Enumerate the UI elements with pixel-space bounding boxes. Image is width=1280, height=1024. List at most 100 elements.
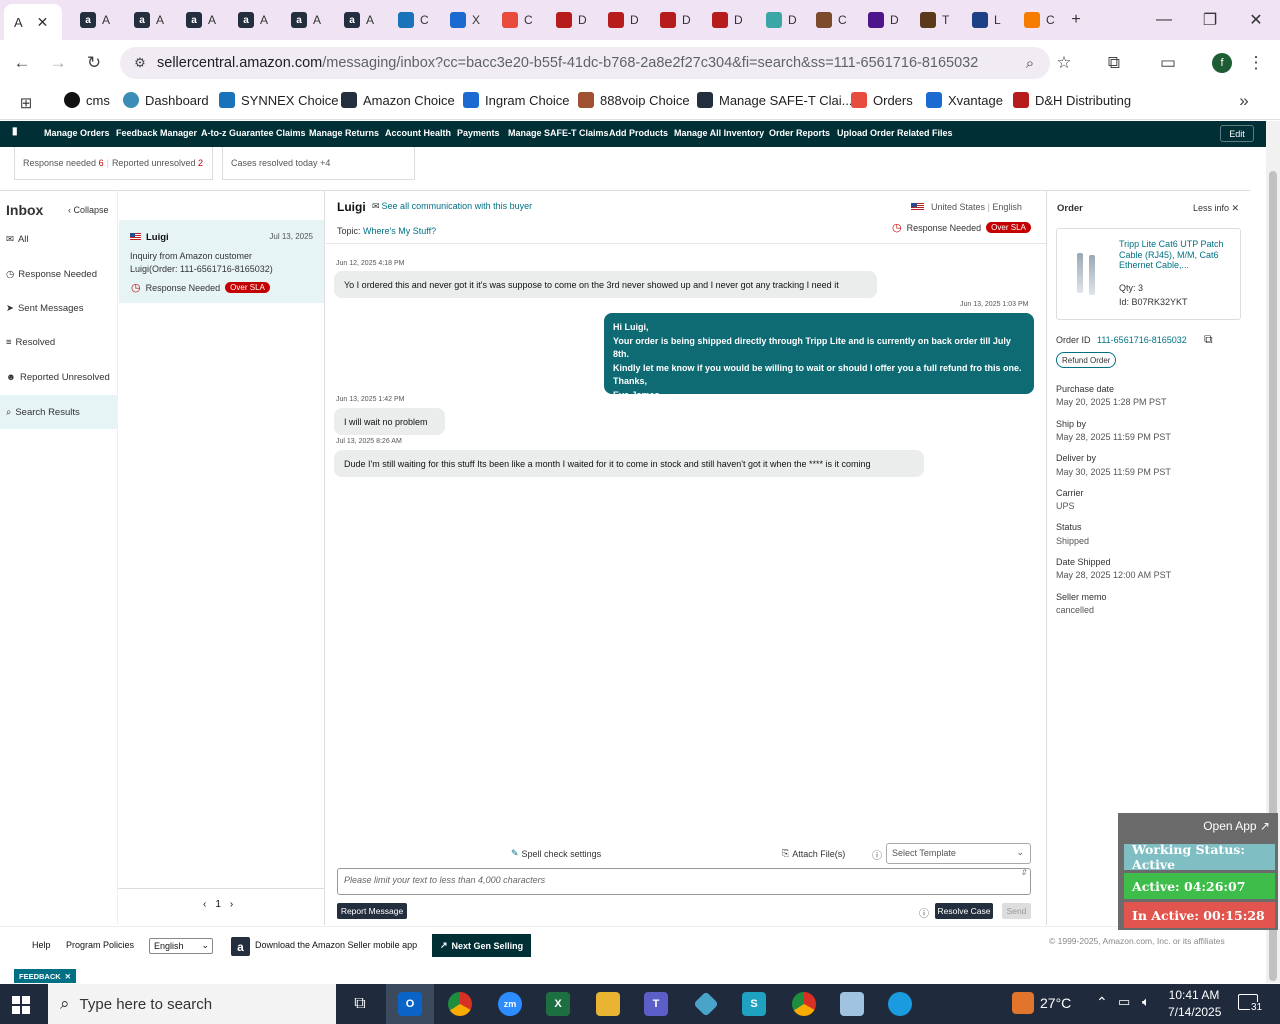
- collapse-button[interactable]: ‹ Collapse: [68, 205, 109, 215]
- notepad-icon[interactable]: [828, 984, 876, 1024]
- windows-start-icon[interactable]: [12, 996, 30, 1014]
- browser-tab[interactable]: X: [440, 7, 480, 33]
- next-page-icon[interactable]: ›: [230, 899, 233, 910]
- seller-nav-item[interactable]: Manage Returns: [309, 128, 379, 138]
- info-icon[interactable]: ⓘ: [872, 847, 882, 862]
- task-view-icon[interactable]: ⧉: [336, 984, 384, 1024]
- browser-tab[interactable]: L: [962, 7, 1001, 33]
- back-icon[interactable]: ←: [10, 51, 34, 75]
- report-message-button[interactable]: Report Message: [337, 903, 407, 919]
- product-title-link[interactable]: Tripp Lite Cat6 UTP Patch Cable (RJ45), …: [1119, 239, 1235, 271]
- topic-link[interactable]: Where's My Stuff?: [363, 226, 436, 236]
- new-tab-icon[interactable]: +: [1064, 8, 1088, 32]
- language-select[interactable]: English ⌄: [149, 938, 213, 954]
- seller-nav-item[interactable]: Feedback Manager: [116, 128, 197, 138]
- app-diamond-icon[interactable]: [682, 984, 730, 1024]
- minimize-icon[interactable]: —: [1152, 8, 1176, 32]
- bookmark-nav-icon[interactable]: ▮: [12, 126, 18, 137]
- seller-nav-item[interactable]: Account Health: [385, 128, 451, 138]
- bookmark-item[interactable]: Orders: [851, 89, 913, 111]
- reported-unresolved-count[interactable]: 2: [198, 158, 203, 168]
- refund-order-button[interactable]: Refund Order: [1056, 352, 1117, 368]
- teams-icon[interactable]: T: [632, 984, 680, 1024]
- send-button[interactable]: Send: [1002, 903, 1031, 919]
- attach-button[interactable]: ⎘ Attach File(s): [782, 848, 845, 859]
- product-image[interactable]: [1071, 251, 1105, 297]
- seller-nav-item[interactable]: Manage All Inventory: [674, 128, 764, 138]
- browser-tab[interactable]: D: [858, 7, 899, 33]
- seller-nav-item[interactable]: Manage Orders: [44, 128, 110, 138]
- bookmark-item[interactable]: cms: [64, 89, 110, 111]
- sidebar-item-search-results[interactable]: ⌕ Search Results: [0, 395, 118, 429]
- browser-tab[interactable]: aA: [176, 7, 216, 33]
- bookmark-star-icon[interactable]: ☆: [1052, 51, 1076, 75]
- seller-nav-item[interactable]: Upload Order Related Files: [837, 128, 953, 138]
- network-icon[interactable]: ▭: [1118, 994, 1130, 1010]
- resize-icon[interactable]: ⇳: [1020, 869, 1027, 877]
- response-needed-count[interactable]: 6: [99, 158, 104, 168]
- open-app-link[interactable]: Open App ↗: [1203, 819, 1270, 833]
- profile-avatar[interactable]: f: [1212, 53, 1232, 73]
- bookmark-item[interactable]: Amazon Choice: [341, 89, 455, 111]
- chrome-profile-icon[interactable]: [780, 984, 828, 1024]
- feedback-tab[interactable]: FEEDBACK ✕: [14, 969, 76, 983]
- chrome-icon[interactable]: [436, 984, 484, 1024]
- zoom-app-icon[interactable]: zm: [486, 984, 534, 1024]
- bookmark-item[interactable]: 888voip Choice: [578, 89, 690, 111]
- zoom-icon[interactable]: ⌕: [1018, 51, 1042, 75]
- download-app-link[interactable]: Download the Amazon Seller mobile app: [255, 940, 417, 950]
- browser-tab[interactable]: C: [492, 7, 533, 33]
- template-select[interactable]: Select Template ⌄: [886, 843, 1031, 864]
- file-explorer-icon[interactable]: [584, 984, 632, 1024]
- less-info-button[interactable]: Less info ✕: [1193, 203, 1239, 214]
- prev-page-icon[interactable]: ‹: [203, 899, 206, 910]
- order-id-link[interactable]: 111-6561716-8165032: [1097, 335, 1187, 345]
- seller-nav-item[interactable]: Payments: [457, 128, 500, 138]
- browser-tab[interactable]: D: [650, 7, 691, 33]
- browser-tab[interactable]: D: [702, 7, 743, 33]
- help-link[interactable]: Help: [32, 940, 51, 950]
- close-icon[interactable]: ✕: [65, 972, 71, 981]
- close-tab-icon[interactable]: ✕: [37, 14, 49, 31]
- address-bar[interactable]: ⚙ sellercentral.amazon.com/messaging/inb…: [120, 47, 1050, 79]
- edit-nav-button[interactable]: Edit: [1220, 125, 1254, 142]
- sidebar-item-reported[interactable]: ☻ Reported Unresolved: [0, 360, 118, 394]
- browser-tab[interactable]: C: [1014, 7, 1055, 33]
- excel-icon[interactable]: X: [534, 984, 582, 1024]
- site-info-icon[interactable]: ⚙: [128, 51, 152, 75]
- copy-icon[interactable]: ⧉: [1204, 332, 1213, 347]
- page-number[interactable]: 1: [215, 899, 221, 910]
- resolve-case-button[interactable]: Resolve Case: [935, 903, 993, 919]
- browser-tab[interactable]: aA: [70, 7, 110, 33]
- bookmark-item[interactable]: Xvantage: [926, 89, 1003, 111]
- browser-tab[interactable]: aA: [334, 7, 374, 33]
- taskbar-search[interactable]: ⌕ Type here to search: [48, 984, 336, 1024]
- apps-grid-icon[interactable]: ⊞: [14, 91, 38, 115]
- cast-icon[interactable]: ▭: [1156, 51, 1180, 75]
- message-input[interactable]: Please limit your text to less than 4,00…: [337, 868, 1031, 895]
- seller-nav-item[interactable]: Manage SAFE-T Claims: [508, 128, 609, 138]
- browser-tab[interactable]: aA: [228, 7, 268, 33]
- browser-tab[interactable]: D: [756, 7, 797, 33]
- temperature[interactable]: 27°C: [1040, 995, 1071, 1011]
- sidebar-item-resolved[interactable]: ≡ Resolved: [0, 325, 118, 359]
- sidebar-item-sent[interactable]: ➤ Sent Messages: [0, 291, 118, 325]
- sidebar-item-all[interactable]: ✉ All: [0, 222, 118, 256]
- bookmark-item[interactable]: Dashboard: [123, 89, 209, 111]
- program-policies-link[interactable]: Program Policies: [66, 940, 134, 950]
- extensions-icon[interactable]: ⧉: [1102, 51, 1126, 75]
- bookmark-item[interactable]: Manage SAFE-T Clai...: [697, 89, 852, 111]
- browser-tab[interactable]: D: [598, 7, 639, 33]
- browser-tab[interactable]: D: [546, 7, 587, 33]
- see-all-link[interactable]: ✉ See all communication with this buyer: [372, 201, 532, 212]
- browser-tab[interactable]: C: [388, 7, 429, 33]
- forward-icon[interactable]: →: [46, 51, 70, 75]
- info-icon[interactable]: ⓘ: [919, 905, 929, 920]
- browser-tab[interactable]: C: [806, 7, 847, 33]
- reload-icon[interactable]: ↻: [82, 51, 106, 75]
- sidebar-item-response-needed[interactable]: ◷ Response Needed: [0, 257, 118, 291]
- spell-check-button[interactable]: ✎ Spell check settings: [511, 848, 601, 859]
- tab-active[interactable]: A ✕: [4, 4, 62, 40]
- bookmark-item[interactable]: SYNNEX Choice: [219, 89, 339, 111]
- maximize-icon[interactable]: ❐: [1198, 8, 1222, 32]
